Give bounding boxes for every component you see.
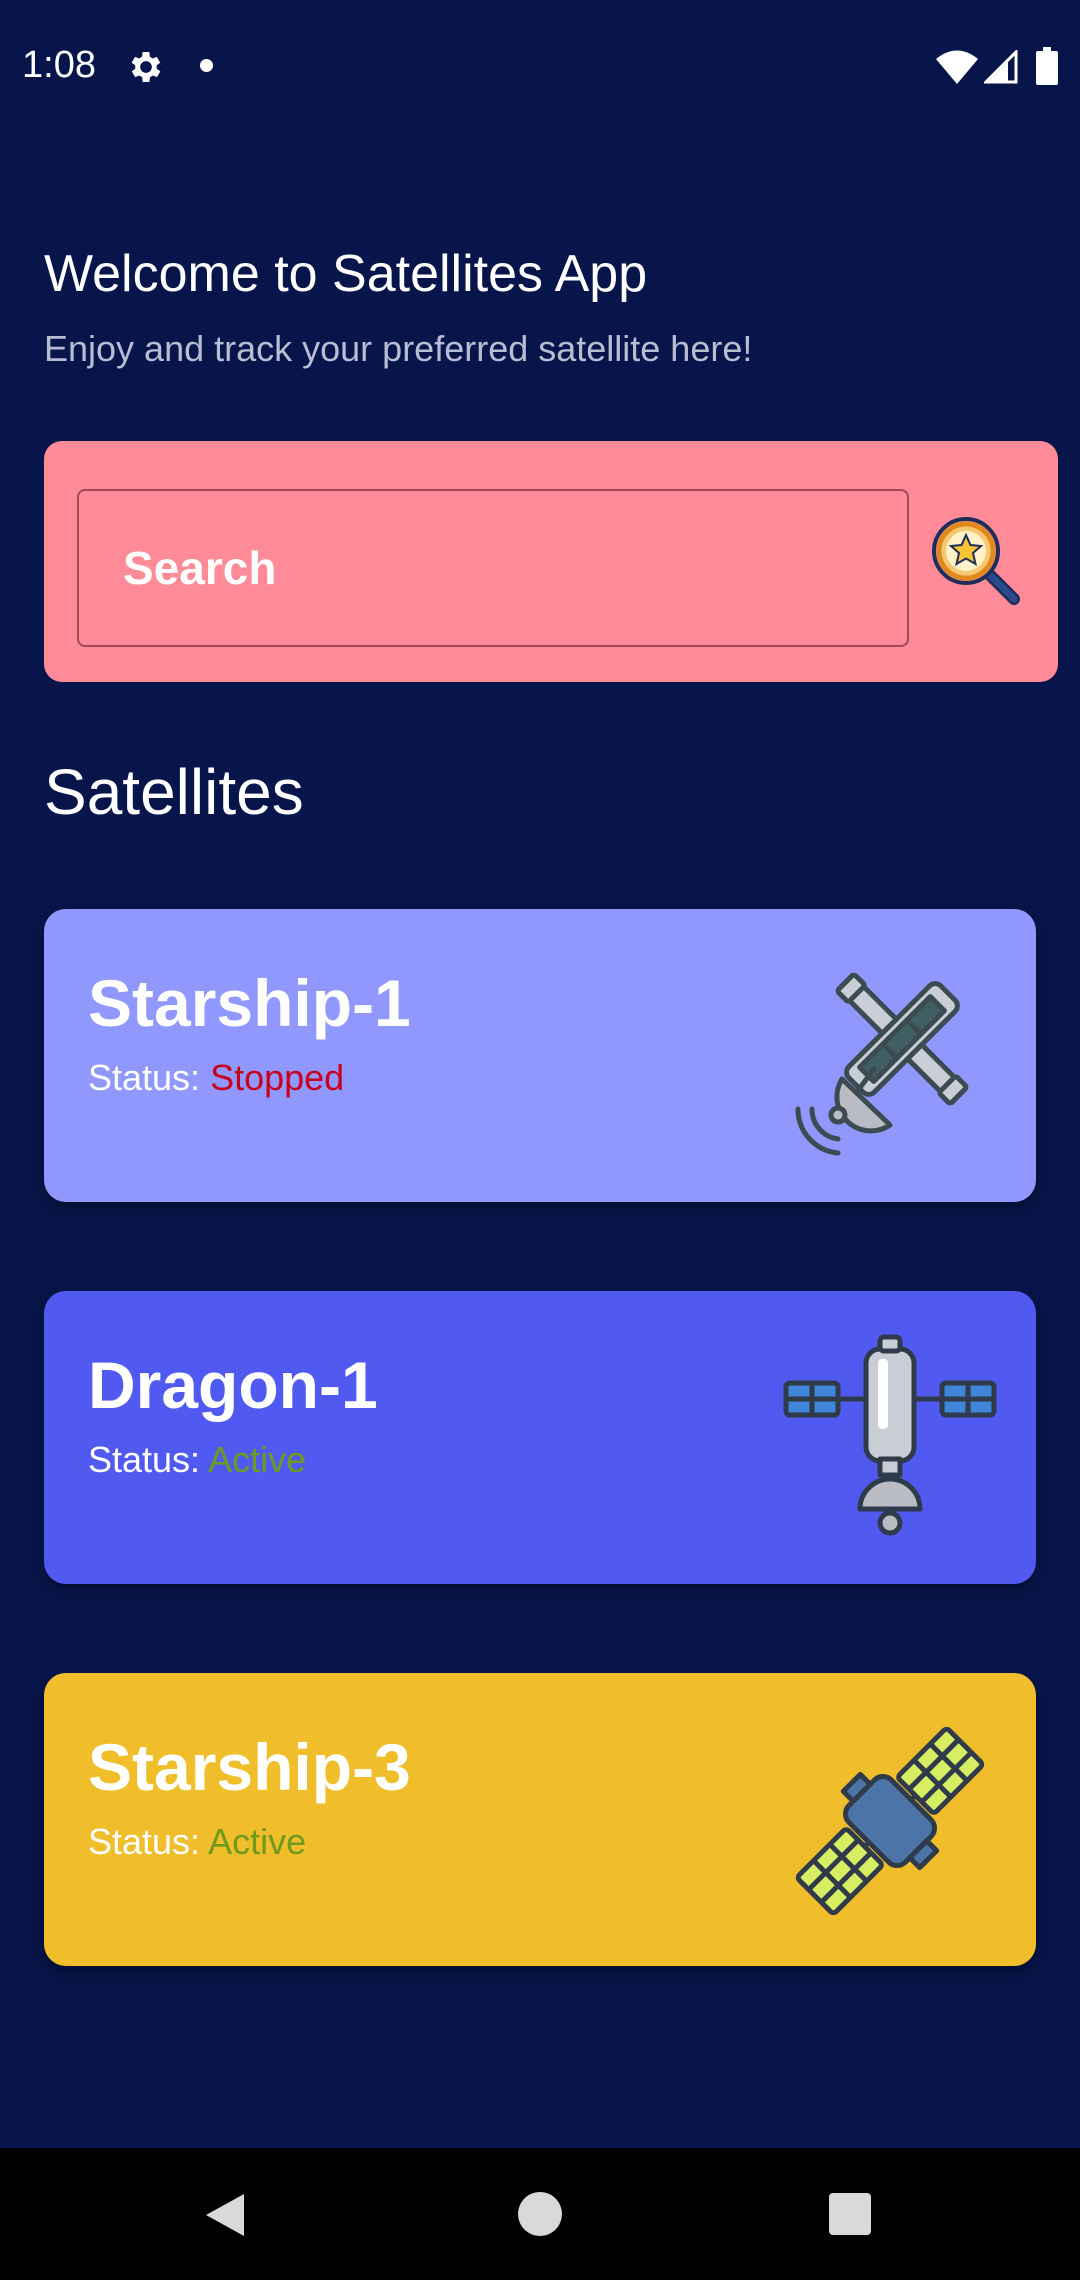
satellite-card-starship-1[interactable]: Starship-1 Status: Stopped	[44, 909, 1036, 1202]
satellite-name: Dragon-1	[88, 1348, 378, 1422]
satellite-solar-panels-icon	[795, 1726, 985, 1916]
section-title: Satellites	[44, 756, 304, 828]
satellite-name: Starship-1	[88, 966, 411, 1040]
back-icon[interactable]	[202, 2192, 246, 2238]
status-bar: 1:08	[0, 0, 1080, 132]
status-value: Active	[208, 1439, 307, 1480]
search-star-icon[interactable]	[928, 513, 1028, 613]
home-icon[interactable]	[518, 2192, 562, 2236]
signal-icon	[984, 50, 1018, 84]
gear-icon	[131, 52, 161, 82]
satellite-status: Status: Active	[88, 1439, 306, 1481]
page-title: Welcome to Satellites App	[44, 245, 648, 303]
status-label: Status:	[88, 1439, 201, 1480]
space-station-icon	[783, 1334, 997, 1536]
status-value: Stopped	[210, 1057, 345, 1098]
wifi-icon	[936, 50, 978, 84]
satellite-card-dragon-1[interactable]: Dragon-1 Status: Active	[44, 1291, 1036, 1584]
status-value: Active	[208, 1821, 307, 1862]
satellite-dish-icon	[795, 972, 969, 1156]
search-card: Search	[44, 441, 1058, 682]
status-label: Status:	[88, 1057, 201, 1098]
page-subtitle: Enjoy and track your preferred satellite…	[44, 328, 753, 369]
system-navigation-bar	[0, 2148, 1080, 2280]
status-label: Status:	[88, 1821, 201, 1862]
satellite-name: Starship-3	[88, 1730, 411, 1804]
search-input[interactable]: Search	[77, 489, 909, 647]
status-time: 1:08	[22, 44, 96, 86]
satellite-status: Status: Stopped	[88, 1057, 344, 1099]
satellite-status: Status: Active	[88, 1821, 306, 1863]
recents-icon[interactable]	[829, 2193, 871, 2235]
satellite-card-starship-3[interactable]: Starship-3 Status: Active	[44, 1673, 1036, 1966]
notification-dot-icon	[200, 59, 213, 72]
battery-icon	[1036, 47, 1058, 85]
